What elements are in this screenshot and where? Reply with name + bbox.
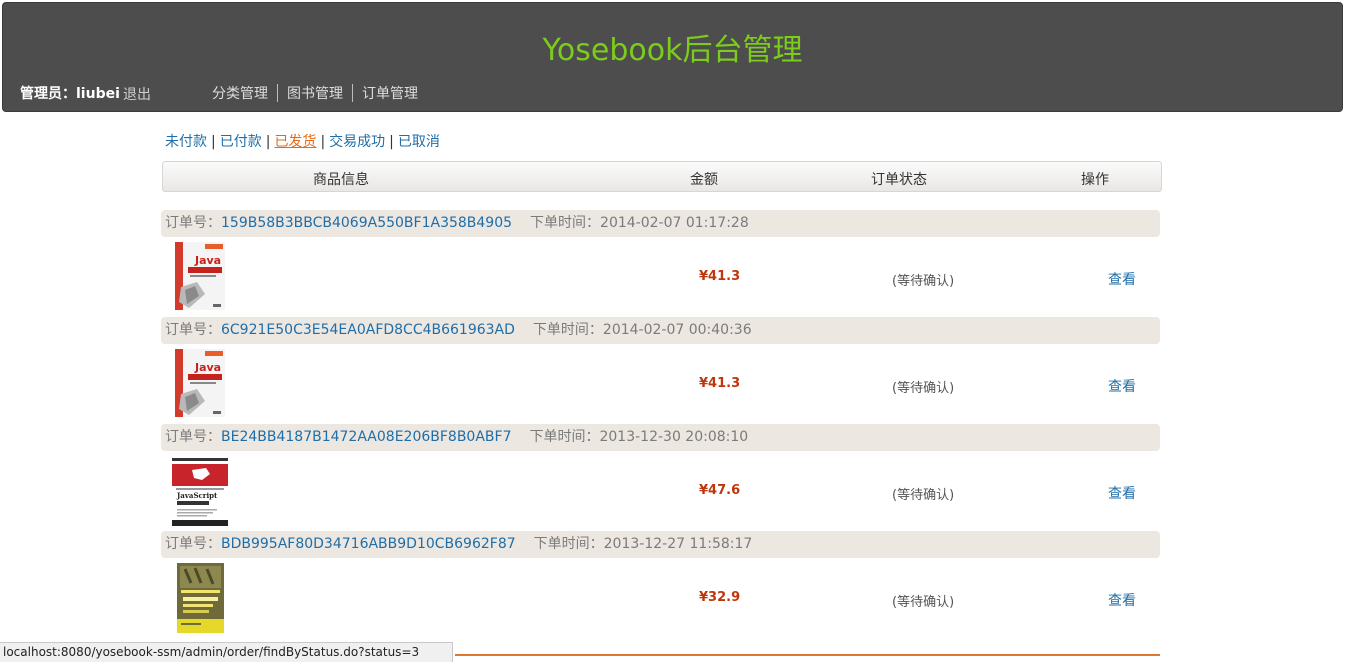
order-time: 2013-12-30 20:08:10 <box>599 429 749 445</box>
order-id[interactable]: BE24BB4187B1472AA08E206BF8B0ABF7 <box>221 429 511 445</box>
order-table-header: 商品信息 金额 订单状态 操作 <box>162 161 1162 192</box>
tab-separator: | <box>265 134 271 150</box>
book-cover-java-image[interactable]: Java <box>175 242 225 310</box>
svg-text:Java: Java <box>194 361 221 374</box>
tab-unpaid[interactable]: 未付款 <box>165 134 207 150</box>
order-header-row: 订单号：BE24BB4187B1472AA08E206BF8B0ABF7 下单时间… <box>161 424 1160 451</box>
order-status: (等待确认) <box>892 274 955 289</box>
header-product-info: 商品信息 <box>313 172 369 188</box>
header-actions: 操作 <box>1081 172 1109 188</box>
tab-completed[interactable]: 交易成功 <box>329 134 385 150</box>
order-time-label: 下单时间： <box>532 322 603 338</box>
order-time: 2013-12-27 11:58:17 <box>603 536 753 552</box>
view-order-link[interactable]: 查看 <box>1108 376 1136 396</box>
view-order-link[interactable]: 查看 <box>1108 590 1136 610</box>
order-id-label: 订单号： <box>165 536 221 552</box>
order-id-label: 订单号： <box>165 429 221 445</box>
order-header-row: 订单号：BDB995AF80D34716ABB9D10CB6962F87 下单时间… <box>161 531 1160 558</box>
order-status: (等待确认) <box>892 488 955 503</box>
nav-book-management[interactable]: 图书管理 <box>278 83 352 103</box>
order-time-label: 下单时间： <box>529 429 600 445</box>
browser-status-bar: localhost:8080/yosebook-ssm/admin/order/… <box>0 642 453 662</box>
order-id-label: 订单号： <box>165 322 221 338</box>
site-title: Yosebook后台管理 <box>542 33 803 68</box>
top-nav: 分类管理 图书管理 订单管理 <box>203 83 427 103</box>
order-status: (等待确认) <box>892 595 955 610</box>
nav-category-management[interactable]: 分类管理 <box>203 83 277 103</box>
order-time-label: 下单时间： <box>530 215 601 231</box>
tab-separator: | <box>320 134 326 150</box>
view-order-link[interactable]: 查看 <box>1108 483 1136 503</box>
order-price: ¥41.3 <box>699 376 741 391</box>
content-bottom-divider <box>455 654 1160 656</box>
tab-separator: | <box>389 134 394 150</box>
header-order-status: 订单状态 <box>871 172 927 188</box>
header-amount: 金额 <box>690 172 718 188</box>
order-price: ¥47.6 <box>699 483 741 498</box>
order-id[interactable]: BDB995AF80D34716ABB9D10CB6962F87 <box>221 536 516 552</box>
order-time: 2014-02-07 00:40:36 <box>602 322 752 338</box>
book-cover-java-image[interactable]: Java <box>175 349 225 417</box>
order-id[interactable]: 6C921E50C3E54EA0AFD8CC4B661963AD <box>221 322 515 338</box>
tab-paid[interactable]: 已付款 <box>220 134 262 150</box>
nav-order-management[interactable]: 订单管理 <box>353 83 427 103</box>
admin-username: 管理员：liubei <box>20 86 120 102</box>
order-id-label: 订单号： <box>165 215 221 231</box>
book-cover-javascript-image[interactable]: JavaScript <box>172 458 228 526</box>
order-status: (等待确认) <box>892 381 955 396</box>
order-price: ¥41.3 <box>699 269 741 284</box>
order-status-tabs: 未付款 | 已付款 | 已发货 | 交易成功 | 已取消 <box>165 131 440 151</box>
book-cover-html-css-image[interactable] <box>177 563 224 633</box>
order-id[interactable]: 159B58B3BBCB4069A550BF1A358B4905 <box>221 215 512 231</box>
svg-text:JavaScript: JavaScript <box>176 491 218 500</box>
order-header-row: 订单号：6C921E50C3E54EA0AFD8CC4B661963AD 下单时间… <box>161 317 1160 344</box>
tab-shipped[interactable]: 已发货 <box>274 134 316 150</box>
order-header-row: 订单号：159B58B3BBCB4069A550BF1A358B4905 下单时间… <box>161 210 1160 237</box>
admin-header: Yosebook后台管理 管理员：liubei 退出 分类管理 图书管理 订单管… <box>2 2 1343 112</box>
logout-link[interactable]: 退出 <box>123 84 151 104</box>
order-time: 2014-02-07 01:17:28 <box>600 215 749 231</box>
order-price: ¥32.9 <box>699 590 741 605</box>
tab-separator: | <box>211 134 216 150</box>
svg-text:Java: Java <box>194 254 221 267</box>
order-time-label: 下单时间： <box>533 536 604 552</box>
view-order-link[interactable]: 查看 <box>1108 269 1136 289</box>
tab-cancelled[interactable]: 已取消 <box>398 134 440 150</box>
